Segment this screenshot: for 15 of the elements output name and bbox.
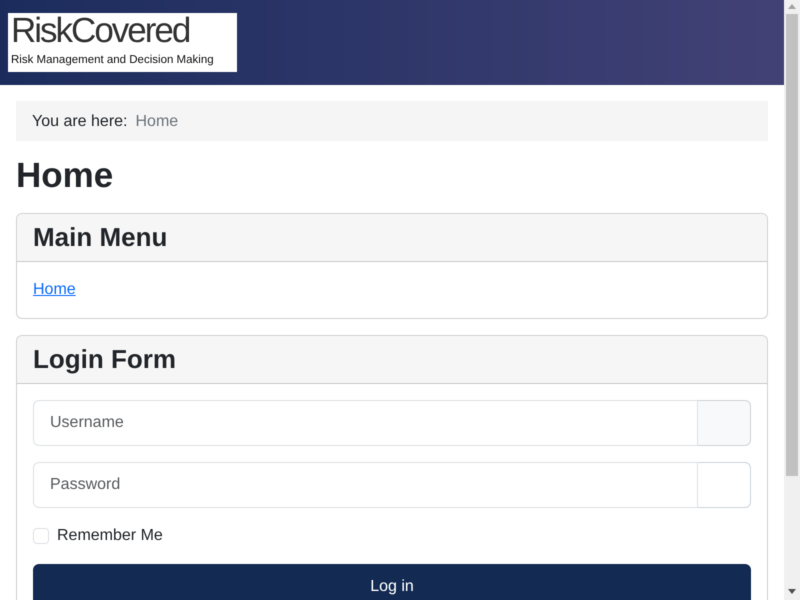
input-addon[interactable]	[697, 462, 751, 508]
input-field[interactable]: Username	[33, 400, 698, 446]
input-field[interactable]: Password	[33, 462, 698, 508]
remember-checkbox[interactable]	[33, 528, 49, 544]
input-addon[interactable]	[697, 400, 751, 446]
breadcrumb-label: You are here:	[32, 112, 128, 132]
page-title: Home	[16, 155, 114, 197]
logo-tagline: Risk Management and Decision Making	[11, 53, 215, 68]
breadcrumb-item: Home	[135, 112, 178, 132]
logo-title: RiskCovered	[11, 13, 190, 49]
remember-label: Remember Me	[57, 526, 163, 546]
card-title: Main Menu	[33, 222, 168, 254]
menu-link[interactable]: Home	[33, 278, 76, 302]
login-button[interactable]: Log in	[33, 564, 751, 600]
card-title: Login Form	[33, 344, 177, 376]
